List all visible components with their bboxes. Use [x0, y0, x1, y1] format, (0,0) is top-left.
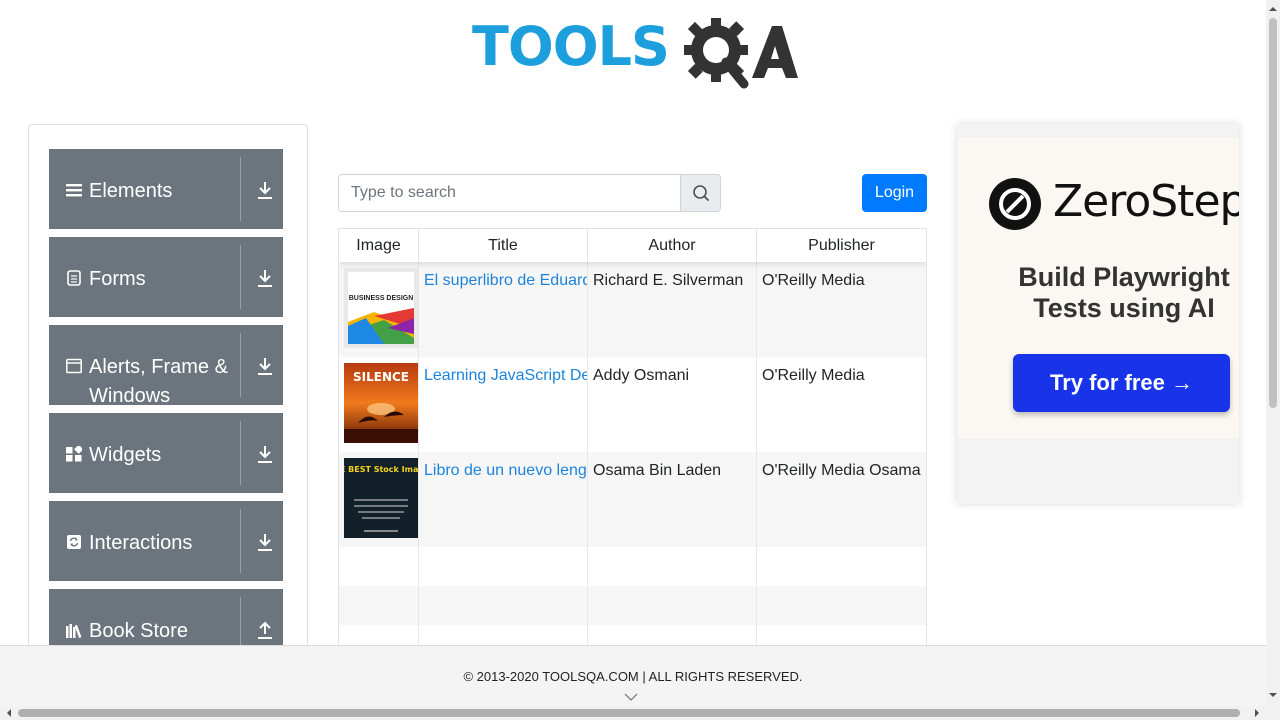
empty-cell — [419, 547, 588, 586]
chevron-down-icon[interactable] — [624, 692, 638, 702]
column-header-author[interactable]: Author — [588, 229, 757, 262]
zerostep-ad[interactable]: ZeroStep Build Playwright Tests using AI… — [957, 124, 1239, 504]
left-panel: Elements Forms Alerts, Frame & Windows W… — [28, 124, 308, 720]
title-cell: El superlibro de Eduardo — [419, 262, 588, 357]
books-icon — [66, 624, 82, 638]
logo-gear-qa-icon — [684, 18, 798, 89]
best-stock-images-cover: THE BEST Stock Images — [344, 458, 418, 538]
publisher-cell: O'Reilly Media — [762, 367, 865, 384]
download-arrow-icon[interactable] — [256, 180, 274, 200]
column-header-publisher[interactable]: Publisher — [757, 229, 926, 262]
empty-cell — [588, 547, 757, 586]
publisher-cell: O'Reilly Media — [762, 272, 865, 289]
empty-cell — [757, 586, 926, 625]
divider — [240, 421, 241, 485]
toolsqa-logo[interactable]: TOOLS — [472, 14, 798, 90]
books-table: Image Title Author Publisher BUSINESS DE… — [338, 228, 927, 658]
horizontal-scroll-thumb[interactable] — [18, 709, 1240, 717]
footer: © 2013-2020 TOOLSQA.COM | ALL RIGHTS RES… — [0, 645, 1266, 706]
book-title-link[interactable]: El superlibro de Eduardo — [424, 272, 587, 289]
author-cell: Osama Bin Laden — [588, 452, 757, 547]
download-arrow-icon[interactable] — [256, 356, 274, 376]
sidebar-group-interactions[interactable]: Interactions — [49, 501, 283, 581]
column-header-title[interactable]: Title — [419, 229, 588, 262]
widgets-icon — [66, 446, 82, 462]
download-arrow-icon[interactable] — [256, 444, 274, 464]
ad-banner: ZeroStep Build Playwright Tests using AI… — [957, 138, 1239, 438]
search-box — [338, 174, 721, 212]
ad-headline: Build Playwright Tests using AI — [981, 262, 1239, 324]
scroll-right-arrow-icon[interactable] — [1250, 706, 1264, 720]
scroll-left-arrow-icon[interactable] — [2, 706, 16, 720]
sidebar-group-label: Elements — [89, 180, 173, 202]
zerostep-logo-icon — [989, 178, 1041, 230]
sidebar-group-label: Widgets — [89, 444, 162, 466]
ad-cta-button[interactable]: Try for free → — [1013, 354, 1230, 412]
upload-arrow-icon[interactable] — [256, 620, 274, 640]
download-arrow-icon[interactable] — [256, 268, 274, 288]
empty-cell — [339, 586, 419, 625]
business-design-cover: BUSINESS DESIGN — [344, 268, 418, 348]
table-row — [339, 586, 926, 625]
divider — [240, 509, 241, 573]
image-cell: THE BEST Stock Images — [339, 452, 419, 547]
window-icon — [66, 358, 82, 374]
search-icon — [693, 185, 709, 201]
sidebar-group-label: Book Store — [89, 620, 188, 642]
book-title-link[interactable]: Learning JavaScript Design Patterns — [424, 367, 587, 384]
scroll-down-arrow-icon[interactable] — [1266, 688, 1280, 702]
vertical-scrollbar[interactable] — [1266, 0, 1280, 720]
cover-text: THE BEST Stock Images — [344, 465, 418, 474]
image-cell: BUSINESS DESIGN — [339, 262, 419, 357]
silence-cover: SILENCE — [344, 363, 418, 443]
book-title-link[interactable]: Libro de un nuevo lenguaje — [424, 462, 587, 479]
table-header: Image Title Author Publisher — [339, 229, 926, 262]
sidebar-group-widgets[interactable]: Widgets — [49, 413, 283, 493]
download-arrow-icon[interactable] — [256, 532, 274, 552]
divider — [240, 245, 241, 309]
footer-copyright: © 2013-2020 TOOLSQA.COM | ALL RIGHTS RES… — [463, 669, 803, 684]
table-row: SILENCE Learning JavaScript Design Patte… — [339, 357, 926, 452]
ad-brand: ZeroStep — [1053, 176, 1239, 227]
author-cell: Richard E. Silverman — [588, 262, 757, 357]
refresh-icon — [67, 535, 81, 549]
vertical-scroll-thumb[interactable] — [1269, 18, 1277, 408]
empty-cell — [419, 586, 588, 625]
cover-text: SILENCE — [353, 370, 409, 384]
divider — [240, 157, 241, 221]
sidebar-group-alerts-frame-windows[interactable]: Alerts, Frame & Windows — [49, 325, 283, 407]
image-cell: SILENCE — [339, 357, 419, 452]
table-row: THE BEST Stock Images Libro de un nuevo … — [339, 452, 926, 547]
empty-cell — [339, 547, 419, 586]
divider — [240, 333, 241, 397]
empty-cell — [588, 586, 757, 625]
cover-text: BUSINESS DESIGN — [349, 295, 414, 302]
hamburger-icon — [66, 184, 82, 197]
ad-headline-line: Tests using AI — [1033, 293, 1215, 323]
login-button[interactable]: Login — [862, 174, 927, 212]
column-header-image[interactable]: Image — [339, 229, 419, 262]
search-input[interactable] — [339, 175, 680, 211]
sidebar-group-label: Alerts, Frame & Windows — [89, 356, 228, 407]
title-cell: Learning JavaScript Design Patterns — [419, 357, 588, 452]
horizontal-scrollbar[interactable] — [0, 706, 1266, 720]
table-row: BUSINESS DESIGN El superlibro de Eduardo… — [339, 262, 926, 357]
sidebar-group-label: Interactions — [89, 532, 193, 554]
author-cell: Addy Osmani — [588, 357, 757, 452]
empty-cell — [757, 547, 926, 586]
sidebar-group-forms[interactable]: Forms — [49, 237, 283, 317]
document-icon — [67, 270, 81, 286]
ad-headline-line: Build Playwright — [1018, 262, 1230, 292]
publisher-cell: O'Reilly Media Osama — [762, 462, 921, 479]
sidebar-group-label: Forms — [89, 268, 146, 290]
title-cell: Libro de un nuevo lenguaje — [419, 452, 588, 547]
sidebar-group-elements[interactable]: Elements — [49, 149, 283, 229]
logo-text-tools: TOOLS — [472, 15, 670, 78]
scroll-up-arrow-icon[interactable] — [1266, 2, 1280, 16]
search-button[interactable] — [680, 175, 720, 211]
table-row — [339, 547, 926, 586]
